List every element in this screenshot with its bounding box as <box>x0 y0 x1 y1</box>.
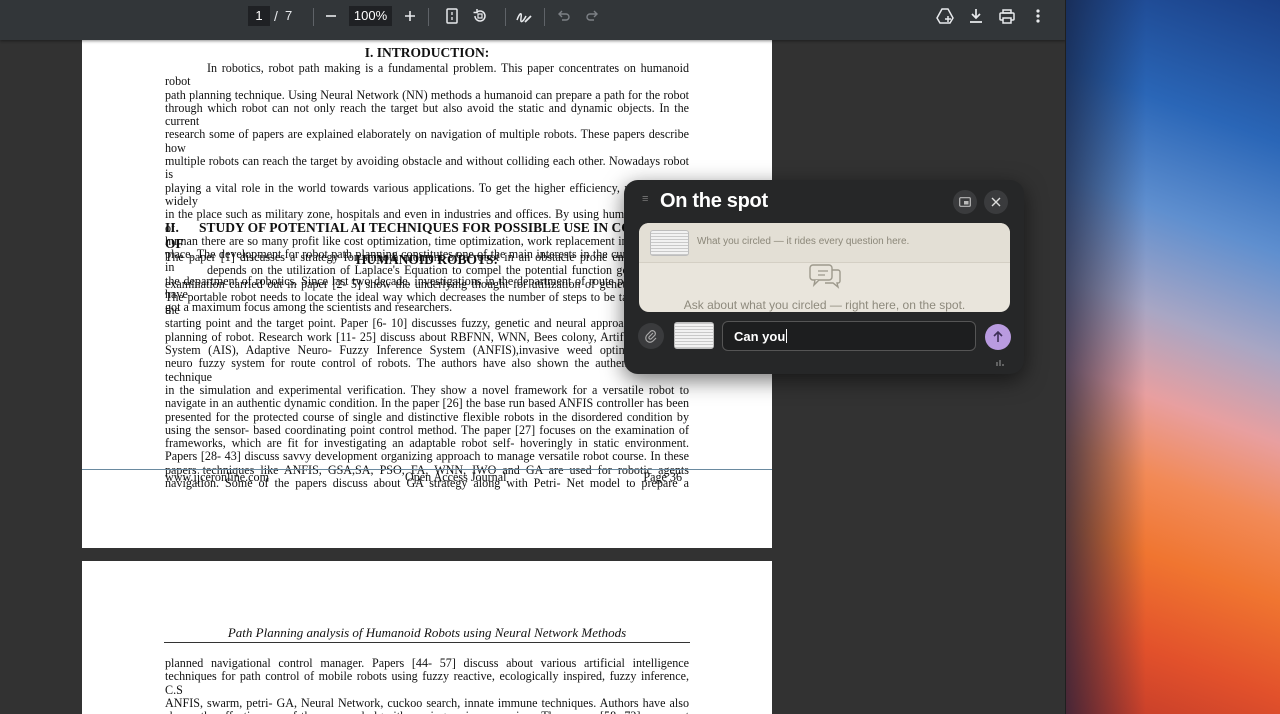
zoom-level-input[interactable]: 100% <box>349 6 392 26</box>
circled-region-thumbnail <box>650 230 689 256</box>
close-icon[interactable] <box>984 190 1008 214</box>
text-line: depends on the utilization of Laplace's … <box>207 263 689 278</box>
text-line: using the sensor- based coordinating poi… <box>165 422 689 437</box>
text-line: System (AIS), Adaptive Neuro- Fuzzy Infe… <box>165 343 689 358</box>
download-icon[interactable] <box>966 0 986 32</box>
print-icon[interactable] <box>997 0 1017 32</box>
toolbar-divider <box>544 8 545 26</box>
page-number-input[interactable]: 1 <box>248 6 270 26</box>
zoom-out-icon[interactable] <box>321 0 341 32</box>
text-line: ANFIS, swarm, petri- GA, Neural Network,… <box>165 695 689 710</box>
text-line: presented for the protected course of si… <box>165 409 689 424</box>
pdf-page-2: Path Planning analysis of Humanoid Robot… <box>82 561 772 714</box>
toolbar-divider <box>428 8 429 26</box>
text-line: The paper [1] discusses a strategy for s… <box>165 250 689 264</box>
context-row: What you circled — it rides every questi… <box>639 223 1010 263</box>
text-line: frameworks, which are fit for investigat… <box>165 436 689 451</box>
text-line: shown the effectiveness of the proposed … <box>165 710 689 714</box>
zoom-in-icon[interactable] <box>400 0 420 32</box>
page-separator: / <box>274 8 278 24</box>
pdf-toolbar: 1 / 7 100% <box>0 0 1065 40</box>
question-input[interactable]: Can you <box>722 321 976 351</box>
text-cursor <box>786 329 788 343</box>
more-options-icon[interactable] <box>1030 0 1046 32</box>
paperclip-icon[interactable] <box>638 323 664 349</box>
text-line: neuro fuzzy system for route control of … <box>165 356 689 384</box>
page-total: 7 <box>285 8 293 23</box>
study-paragraph: The paper [1] discusses a strategy for s… <box>165 250 689 490</box>
desktop-wallpaper <box>1066 0 1280 714</box>
redo-icon[interactable] <box>583 0 601 32</box>
text-line: playing a vital role in the world toward… <box>165 180 689 208</box>
text-line: techniques for path control of mobile ro… <box>165 669 689 697</box>
text-line: navigate in an authentic dynamic conditi… <box>165 396 689 411</box>
footer-page-number: Page 36 <box>643 470 682 484</box>
empty-state-text: Ask about what you circled — right here,… <box>683 298 966 312</box>
text-line: planning of robot. Research work [11- 25… <box>165 329 689 344</box>
text-line: path planning technique. Using Neural Ne… <box>165 87 689 102</box>
text-line: starting point and the target point. Pap… <box>165 316 689 331</box>
text-line: research some of papers are explained el… <box>165 127 689 155</box>
picture-in-picture-icon[interactable] <box>953 190 977 214</box>
page2-paragraph: planned navigational control manager. Pa… <box>165 656 689 714</box>
send-arrow-icon[interactable] <box>985 324 1011 350</box>
text-line: In robotics, robot path making is a fund… <box>165 61 689 89</box>
text-line: planned navigational control manager. Pa… <box>165 656 689 670</box>
fit-to-page-icon[interactable] <box>442 0 462 32</box>
chat-bubbles-icon <box>809 264 841 295</box>
text-line: in the simulation and experimental verif… <box>165 382 689 397</box>
footer-journal-url: www.ijceronline.com <box>165 470 269 484</box>
section-heading-introduction: I. INTRODUCTION: <box>364 45 490 60</box>
running-head: Path Planning analysis of Humanoid Robot… <box>227 625 627 640</box>
footer-journal-type: Open Access Journal <box>405 470 507 484</box>
panel-title: On the spot <box>660 190 768 212</box>
undo-icon[interactable] <box>555 0 573 32</box>
text-line: examination carried out in paper [2- 5] … <box>165 276 689 291</box>
toolbar-divider <box>313 8 314 26</box>
text-line: The portable robot needs to locate the i… <box>165 289 689 318</box>
running-head-rule <box>164 642 690 643</box>
rotate-icon[interactable] <box>470 0 490 32</box>
section-heading-line1: STUDY OF POTENTIAL AI TECHNIQUES FOR POS… <box>165 220 679 251</box>
attached-image-thumbnail[interactable] <box>674 322 714 349</box>
drag-grip-icon[interactable]: ≡ <box>642 194 648 205</box>
text-line: multiple robots can reach the target by … <box>165 154 689 182</box>
mic-level-icon <box>996 358 1005 369</box>
section-number: II. <box>165 220 179 235</box>
annotate-pen-icon[interactable] <box>514 0 534 32</box>
text-line: through which robot can not only reach t… <box>165 100 689 129</box>
circled-context-card: What you circled — it rides every questi… <box>639 223 1010 312</box>
toolbar-divider <box>505 8 506 26</box>
drive-save-icon[interactable] <box>935 0 955 32</box>
on-the-spot-panel: ≡ On the spot What you circled — it ride… <box>624 180 1024 374</box>
context-hint: What you circled — it rides every questi… <box>697 236 910 247</box>
question-input-value: Can you <box>734 329 786 344</box>
text-line: Papers [28- 43] discuss savvy developmen… <box>165 449 689 464</box>
